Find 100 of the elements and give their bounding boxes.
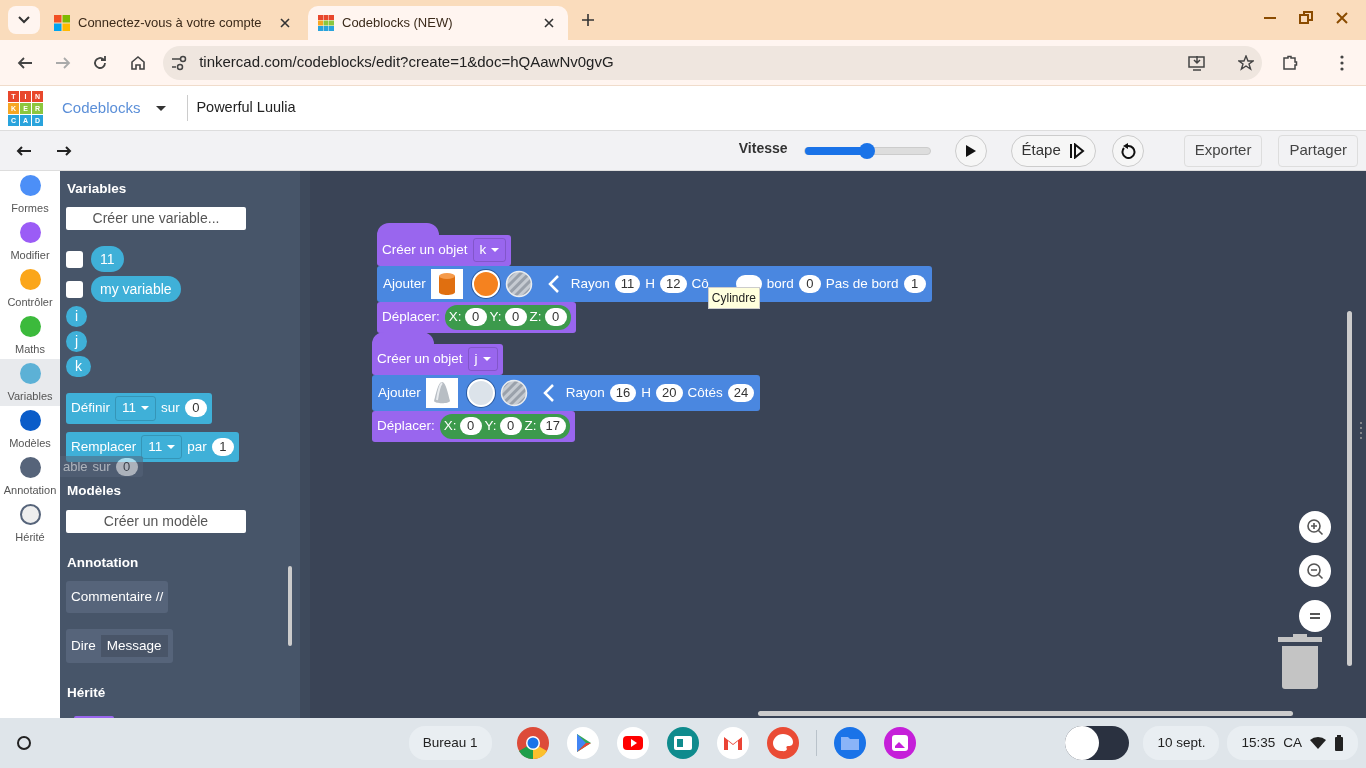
text-field[interactable]: Message [100,635,168,658]
value-field[interactable]: 0 [459,417,482,436]
photo-app-icon [882,726,917,760]
checkbox[interactable] [66,250,83,268]
block-label: Dire [71,637,96,655]
block-label: bord [766,275,794,294]
app-icon[interactable] [832,726,867,760]
variable-dropdown[interactable]: j [467,347,498,372]
value-field[interactable]: 0 [499,417,522,436]
close-icon [544,18,554,28]
axis-label: Y: [484,417,497,436]
block-label: sur [161,399,180,418]
status-area[interactable]: 15:35 CA [1227,726,1358,760]
app-icon[interactable] [715,726,750,760]
section-heading: Hérité [67,684,106,703]
paint-app-icon [765,726,800,760]
category-item[interactable]: Variables [0,359,60,406]
value-field[interactable]: 11 [614,275,641,294]
desk-button[interactable]: Bureau 1 [408,726,492,760]
undo-arrow-icon [16,144,32,157]
value-field[interactable]: 16 [609,384,637,403]
coordinates-block[interactable]: X: 0 Y: 0 Z: 0 [444,305,571,330]
zoom-out-button[interactable] [1299,555,1331,587]
star-icon[interactable] [1238,54,1255,71]
axis-label: X: [443,417,457,436]
hatched-circle-icon[interactable] [499,379,528,408]
color-swatch[interactable] [466,379,495,408]
step-button[interactable]: Étape [1010,134,1096,167]
block-label: Déplacer: [377,417,435,436]
toolbar-button[interactable]: Partager [1278,134,1358,167]
block-label: Déplacer: [382,308,440,327]
scrollbar-thumb[interactable] [1347,311,1352,666]
play-icon [964,143,977,158]
address-bar[interactable]: tinkercad.com/codeblocks/edit?create=1&doc=hQAawNv0gvG [163,45,1263,80]
set-variable-block[interactable]: Remplacer 11 par 1 [66,431,239,462]
more-vertical-icon [1340,54,1345,71]
value-field[interactable]: 0 [544,308,567,327]
value-field[interactable]: 0 [798,275,821,294]
close-icon [1334,10,1350,26]
app-icon[interactable] [615,726,650,760]
color-swatch[interactable] [471,270,500,299]
tooltip: Cylindre [707,287,760,310]
trash-icon[interactable] [1278,634,1322,690]
classroom-app-icon [665,726,700,760]
add-shape-block[interactable]: Ajouter Rayon 16 H 20 Côtés 24 [372,375,761,412]
value-field[interactable]: 0 [115,457,138,476]
block-label: par [187,437,207,456]
set-variable-block[interactable]: Définir 11 sur 0 [66,393,212,424]
block-label: Ajouter [378,384,421,403]
gmail-app-icon [715,726,750,760]
value-field[interactable]: 1 [903,275,926,294]
block-label: Cô [691,275,709,294]
tab-title: Connectez-vous à votre compte [78,14,263,33]
install-app-icon[interactable] [1188,54,1207,71]
block-label: Commentaire // [71,587,164,606]
tab-list-button[interactable] [8,6,40,34]
create-button[interactable]: Créer une variable... [66,207,246,231]
scrollbar-thumb[interactable] [288,566,292,646]
plus-icon [581,13,595,27]
value-field[interactable]: 12 [660,275,687,294]
wifi-icon [1310,736,1326,750]
app-icon[interactable] [565,726,600,760]
speed-label: Vitesse [738,139,788,158]
toolbar-button[interactable]: Exporter [1183,134,1263,167]
reset-button[interactable] [1111,134,1144,167]
restore-icon [1298,10,1314,26]
value-field[interactable]: 0 [504,308,527,327]
app-icon[interactable] [515,726,550,760]
app-icon[interactable] [882,726,917,760]
value-field[interactable]: 0 [184,399,207,418]
zoom-in-button[interactable] [1299,511,1331,543]
value-field[interactable]: 17 [539,417,567,436]
value-field[interactable]: 20 [656,384,683,403]
scrollbar-thumb[interactable] [758,711,1293,716]
value-field[interactable]: 0 [464,308,487,327]
browser-tab[interactable]: Connectez-vous à votre compte [44,6,304,40]
coordinates-block[interactable]: X: 0 Y: 0 Z: 17 [439,414,571,439]
chevron-down-icon [18,16,30,24]
play-button[interactable] [954,134,987,167]
hatched-circle-icon[interactable] [504,270,533,299]
app-icon[interactable] [765,726,800,760]
variable-dropdown[interactable]: k [472,238,507,263]
site-settings-icon[interactable] [171,54,188,71]
create-button[interactable]: Créer un modèle [66,509,246,533]
annotation-block[interactable]: Commentaire // [66,580,169,613]
value-field[interactable]: 24 [727,384,755,403]
move-block[interactable]: Déplacer: X: 0 Y: 0 Z: 0 [377,302,576,333]
holding-space-thumbnail[interactable] [1065,726,1130,760]
block-label: Rayon [565,384,605,403]
checkbox[interactable] [66,280,83,298]
youtube-app-icon [615,726,650,760]
section-heading: Modèles [67,482,121,501]
value-field[interactable]: 1 [211,437,234,456]
reset-zoom-button[interactable] [1299,600,1331,632]
move-block[interactable]: Déplacer: X: 0 Y: 0 Z: 17 [372,411,576,442]
block-top-edge [74,715,114,718]
app-icon[interactable] [665,726,700,760]
browser-tab[interactable]: Codeblocks (NEW) [308,6,568,40]
date-button[interactable]: 10 sept. [1143,726,1220,760]
annotation-block[interactable]: Dire Message [66,629,173,664]
